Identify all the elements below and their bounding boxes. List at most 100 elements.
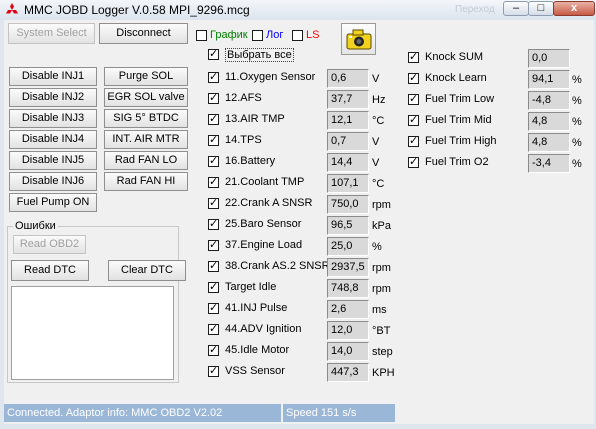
maximize-icon: □	[537, 2, 545, 14]
graph-checkbox[interactable]	[196, 30, 207, 41]
action-button-disable-inj2[interactable]: Disable INJ2	[9, 88, 97, 107]
param-label: 16.Battery	[225, 155, 276, 167]
param-checkbox[interactable]	[208, 238, 219, 251]
main-panel: System Select Disconnect График Лог LS D…	[4, 20, 594, 424]
read-dtc-button[interactable]: Read DTC	[11, 260, 89, 281]
param-checkbox[interactable]	[408, 50, 419, 63]
param-unit: V	[372, 136, 380, 148]
maximize-button[interactable]: □	[528, 1, 554, 16]
action-button-disable-inj1[interactable]: Disable INJ1	[9, 67, 97, 86]
param-checkbox[interactable]	[208, 70, 219, 83]
param-label: 13.AIR TMP	[225, 113, 285, 125]
param-value: 750,0	[327, 195, 369, 214]
param-unit: step	[372, 346, 393, 358]
param-value: 12,0	[327, 321, 369, 340]
param-label: Target Idle	[225, 281, 277, 293]
window-title: MMC JOBD Logger V.0.58 MPI_9296.mcg	[24, 3, 250, 17]
action-button-purge-sol[interactable]: Purge SOL	[104, 67, 188, 86]
clear-dtc-button[interactable]: Clear DTC	[108, 260, 186, 281]
minimize-button[interactable]: –	[503, 1, 529, 16]
close-button[interactable]: x	[553, 1, 595, 16]
param-checkbox[interactable]	[408, 155, 419, 168]
select-all-label: Выбрать все	[225, 48, 294, 62]
param-checkbox[interactable]	[208, 154, 219, 167]
camera-icon	[346, 29, 372, 50]
param-value: 0,7	[327, 132, 369, 151]
screenshot-button[interactable]	[341, 23, 376, 55]
background-title-ghost: Переход	[455, 4, 495, 15]
param-checkbox[interactable]	[208, 322, 219, 335]
param-checkbox[interactable]	[208, 343, 219, 356]
param-value: 25,0	[327, 237, 369, 256]
param-checkbox[interactable]	[408, 134, 419, 147]
action-button-egr-sol-valve[interactable]: EGR SOL valve	[104, 88, 188, 107]
param-unit: °C	[372, 115, 385, 127]
param-label: Knock SUM	[425, 51, 484, 63]
param-value: 2,6	[327, 300, 369, 319]
param-checkbox[interactable]	[408, 92, 419, 105]
action-button-fuel-pump-on[interactable]: Fuel Pump ON	[9, 193, 97, 212]
param-label: 21.Coolant TMP	[225, 176, 305, 188]
param-checkbox[interactable]	[208, 301, 219, 314]
status-bar: Connected. Adaptor info: MMC OBD2 V2.02 …	[4, 402, 594, 424]
param-unit: ms	[372, 304, 387, 316]
param-checkbox[interactable]	[208, 217, 219, 230]
param-unit: %	[572, 74, 582, 86]
param-value: 2937,5	[327, 258, 369, 277]
log-label: Лог	[266, 29, 284, 41]
param-unit: rpm	[372, 283, 391, 295]
dtc-log-textarea[interactable]	[11, 286, 174, 380]
param-checkbox[interactable]	[408, 71, 419, 84]
param-label: 11.Oxygen Sensor	[225, 71, 316, 83]
param-checkbox[interactable]	[208, 364, 219, 377]
param-label: VSS Sensor	[225, 365, 285, 377]
select-all-checkbox[interactable]	[208, 47, 219, 60]
ls-checkbox[interactable]	[292, 30, 303, 41]
param-value: 0,6	[327, 69, 369, 88]
param-value: 96,5	[327, 216, 369, 235]
param-checkbox[interactable]	[208, 259, 219, 272]
param-unit: kPa	[372, 220, 391, 232]
param-checkbox[interactable]	[208, 91, 219, 104]
action-button-disable-inj5[interactable]: Disable INJ5	[9, 151, 97, 170]
param-value: 14,4	[327, 153, 369, 172]
mitsubishi-logo-icon	[6, 3, 18, 14]
param-unit: KPH	[372, 367, 395, 379]
param-label: Fuel Trim O2	[425, 156, 489, 168]
param-label: 12.AFS	[225, 92, 262, 104]
action-button-disable-inj4[interactable]: Disable INJ4	[9, 130, 97, 149]
minimize-icon: –	[512, 2, 520, 14]
action-button-rad-fan-lo[interactable]: Rad FAN LO	[104, 151, 188, 170]
param-checkbox[interactable]	[208, 280, 219, 293]
param-value: 4,8	[528, 112, 570, 131]
log-checkbox[interactable]	[252, 30, 263, 41]
action-button-sig-5-btdc[interactable]: SIG 5° BTDC	[104, 109, 188, 128]
param-unit: Hz	[372, 94, 386, 106]
param-label: 41.INJ Pulse	[225, 302, 288, 314]
param-value: 14,0	[327, 342, 369, 361]
close-icon: x	[570, 2, 578, 14]
param-unit: %	[572, 158, 582, 170]
action-button-int-air-mtr[interactable]: INT. AIR MTR	[104, 130, 188, 149]
param-checkbox[interactable]	[208, 196, 219, 209]
param-value: 12,1	[327, 111, 369, 130]
errors-group-label: Ошибки	[13, 220, 58, 232]
read-obd2-button[interactable]: Read OBD2	[13, 235, 86, 254]
param-value: -3,4	[528, 154, 570, 173]
param-value: 748,8	[327, 279, 369, 298]
action-button-disable-inj3[interactable]: Disable INJ3	[9, 109, 97, 128]
param-checkbox[interactable]	[208, 175, 219, 188]
param-label: Fuel Trim High	[425, 135, 497, 147]
param-checkbox[interactable]	[208, 112, 219, 125]
action-button-rad-fan-hi[interactable]: Rad FAN HI	[104, 172, 188, 191]
param-value: 37,7	[327, 90, 369, 109]
system-select-button[interactable]: System Select	[8, 23, 95, 44]
title-bar: MMC JOBD Logger V.0.58 MPI_9296.mcg Пере…	[0, 0, 596, 20]
param-label: Fuel Trim Mid	[425, 114, 492, 126]
param-unit: °BT	[372, 325, 391, 337]
param-checkbox[interactable]	[208, 133, 219, 146]
action-button-disable-inj6[interactable]: Disable INJ6	[9, 172, 97, 191]
disconnect-button[interactable]: Disconnect	[99, 23, 188, 44]
param-unit: %	[572, 116, 582, 128]
param-checkbox[interactable]	[408, 113, 419, 126]
